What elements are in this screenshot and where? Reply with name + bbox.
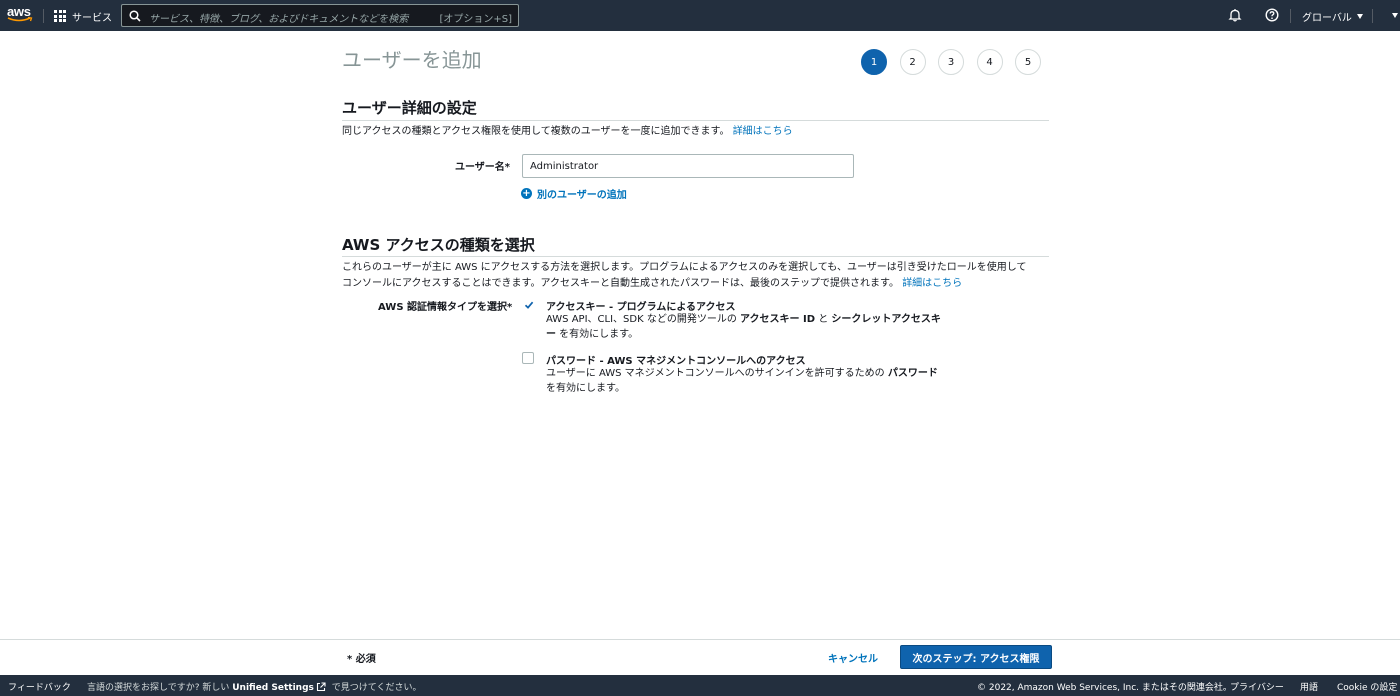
required-note: * 必須	[347, 654, 376, 665]
access-key-checkbox[interactable]	[522, 298, 534, 310]
credential-type-label: AWS 認証情報タイプを選択*	[378, 302, 513, 313]
add-another-user-link[interactable]: + 別のユーザーの追加	[521, 186, 627, 201]
feedback-link[interactable]: フィードバック	[8, 680, 71, 693]
console-footer: フィードバック 言語の選択をお探しですか? 新しい Unified Settin…	[0, 675, 1400, 696]
password-option-description: ユーザーに AWS マネジメントコンソールへのサインインを許可するための パスワ…	[546, 366, 938, 396]
step-2[interactable]: 2	[899, 49, 926, 75]
user-details-description: 同じアクセスの種類とアクセス権限を使用して複数のユーザーを一度に追加できます。 …	[342, 124, 793, 140]
plus-circle-icon: +	[521, 188, 532, 199]
grid-icon	[54, 10, 66, 22]
search-input[interactable]: サービス、特徴、ブログ、およびドキュメントなどを検索 [オプション+S]	[121, 4, 519, 27]
option-desc-text: を有効にします。	[546, 383, 625, 394]
learn-more-link[interactable]: 詳細はこちら	[733, 126, 793, 137]
external-link-icon	[316, 682, 326, 692]
bell-icon[interactable]	[1228, 8, 1242, 22]
access-type-description: これらのユーザーが主に AWS にアクセスする方法を選択します。プログラムによる…	[342, 260, 1027, 292]
next-step-button[interactable]: 次のステップ: アクセス権限	[900, 645, 1052, 669]
access-description-line2: コンソールにアクセスすることはできます。アクセスキーと自動生成されたパスワードは…	[342, 278, 899, 289]
add-another-user-label: 別のユーザーの追加	[537, 190, 627, 201]
username-label: ユーザー名*	[455, 162, 511, 173]
step-1[interactable]: 1	[861, 49, 887, 75]
access-key-option-title: アクセスキー - プログラムによるアクセス	[546, 302, 736, 313]
aws-logo[interactable]: aws	[7, 5, 37, 27]
search-shortcut-hint: [オプション+S]	[439, 14, 512, 25]
step-3[interactable]: 3	[938, 49, 964, 75]
nav-divider	[1290, 9, 1291, 23]
services-menu-button[interactable]: サービス	[54, 8, 112, 24]
user-details-heading: ユーザー詳細の設定	[342, 99, 477, 117]
wizard-action-bar: * 必須 キャンセル 次のステップ: アクセス権限	[0, 639, 1400, 674]
option-desc-text: AWS API、CLI、SDK などの開発ツールの	[546, 314, 740, 325]
learn-more-link[interactable]: 詳細はこちら	[902, 278, 962, 289]
password-option-title: パスワード - AWS マネジメントコンソールへのアクセス	[546, 356, 806, 367]
account-menu-caret-icon[interactable]	[1392, 13, 1398, 18]
language-settings-notice: 言語の選択をお探しですか? 新しい Unified Settings で見つけて…	[87, 680, 421, 693]
terms-link[interactable]: 用語	[1300, 680, 1318, 693]
option-desc-bold: アクセスキー ID	[740, 314, 816, 325]
language-notice-text: で見つけてください。	[328, 683, 422, 693]
region-label: グローバル	[1302, 13, 1352, 24]
option-desc-text: ユーザーに AWS マネジメントコンソールへのサインインを許可するための	[546, 368, 888, 379]
copyright-text: © 2022, Amazon Web Services, Inc. またはその関…	[977, 683, 1232, 693]
option-desc-text: を有効にします。	[556, 329, 639, 340]
cookie-settings-link[interactable]: Cookie の設定	[1337, 680, 1397, 693]
nav-divider	[43, 9, 44, 23]
nav-divider	[1372, 9, 1373, 23]
username-input[interactable]	[522, 154, 854, 178]
language-notice-text: 言語の選択をお探しですか? 新しい	[87, 683, 233, 693]
access-key-option-description: AWS API、CLI、SDK などの開発ツールの アクセスキー ID と シー…	[546, 312, 941, 342]
page-title: ユーザーを追加	[342, 48, 482, 72]
section-divider	[342, 120, 1049, 121]
cancel-button[interactable]: キャンセル	[828, 650, 878, 665]
access-description-line1: これらのユーザーが主に AWS にアクセスする方法を選択します。プログラムによる…	[342, 262, 1027, 273]
access-type-heading: AWS アクセスの種類を選択	[342, 236, 535, 254]
option-desc-bold: ー	[546, 329, 556, 340]
wizard-steps: 1 2 3 4 5	[861, 49, 1054, 75]
privacy-link[interactable]: プライバシー	[1230, 680, 1284, 693]
step-5[interactable]: 5	[1015, 49, 1041, 75]
unified-settings-link[interactable]: Unified Settings	[232, 683, 314, 693]
search-placeholder: サービス、特徴、ブログ、およびドキュメントなどを検索	[149, 14, 409, 25]
password-checkbox[interactable]	[522, 352, 534, 364]
caret-down-icon	[1356, 14, 1363, 19]
option-desc-bold: パスワード	[887, 368, 938, 379]
option-desc-text: と	[815, 314, 832, 325]
help-icon[interactable]	[1265, 8, 1279, 22]
section-divider	[342, 256, 1049, 257]
top-navigation: aws サービス サービス、特徴、ブログ、およびドキュメントなどを検索 [オプシ…	[0, 0, 1400, 31]
checkmark-icon	[524, 301, 534, 309]
region-selector[interactable]: グローバル	[1302, 9, 1363, 24]
user-details-description-text: 同じアクセスの種類とアクセス権限を使用して複数のユーザーを一度に追加できます。	[342, 126, 730, 137]
step-4[interactable]: 4	[976, 49, 1003, 75]
services-label: サービス	[72, 12, 112, 24]
search-icon	[129, 10, 141, 22]
option-desc-bold: シークレットアクセスキ	[831, 314, 941, 325]
